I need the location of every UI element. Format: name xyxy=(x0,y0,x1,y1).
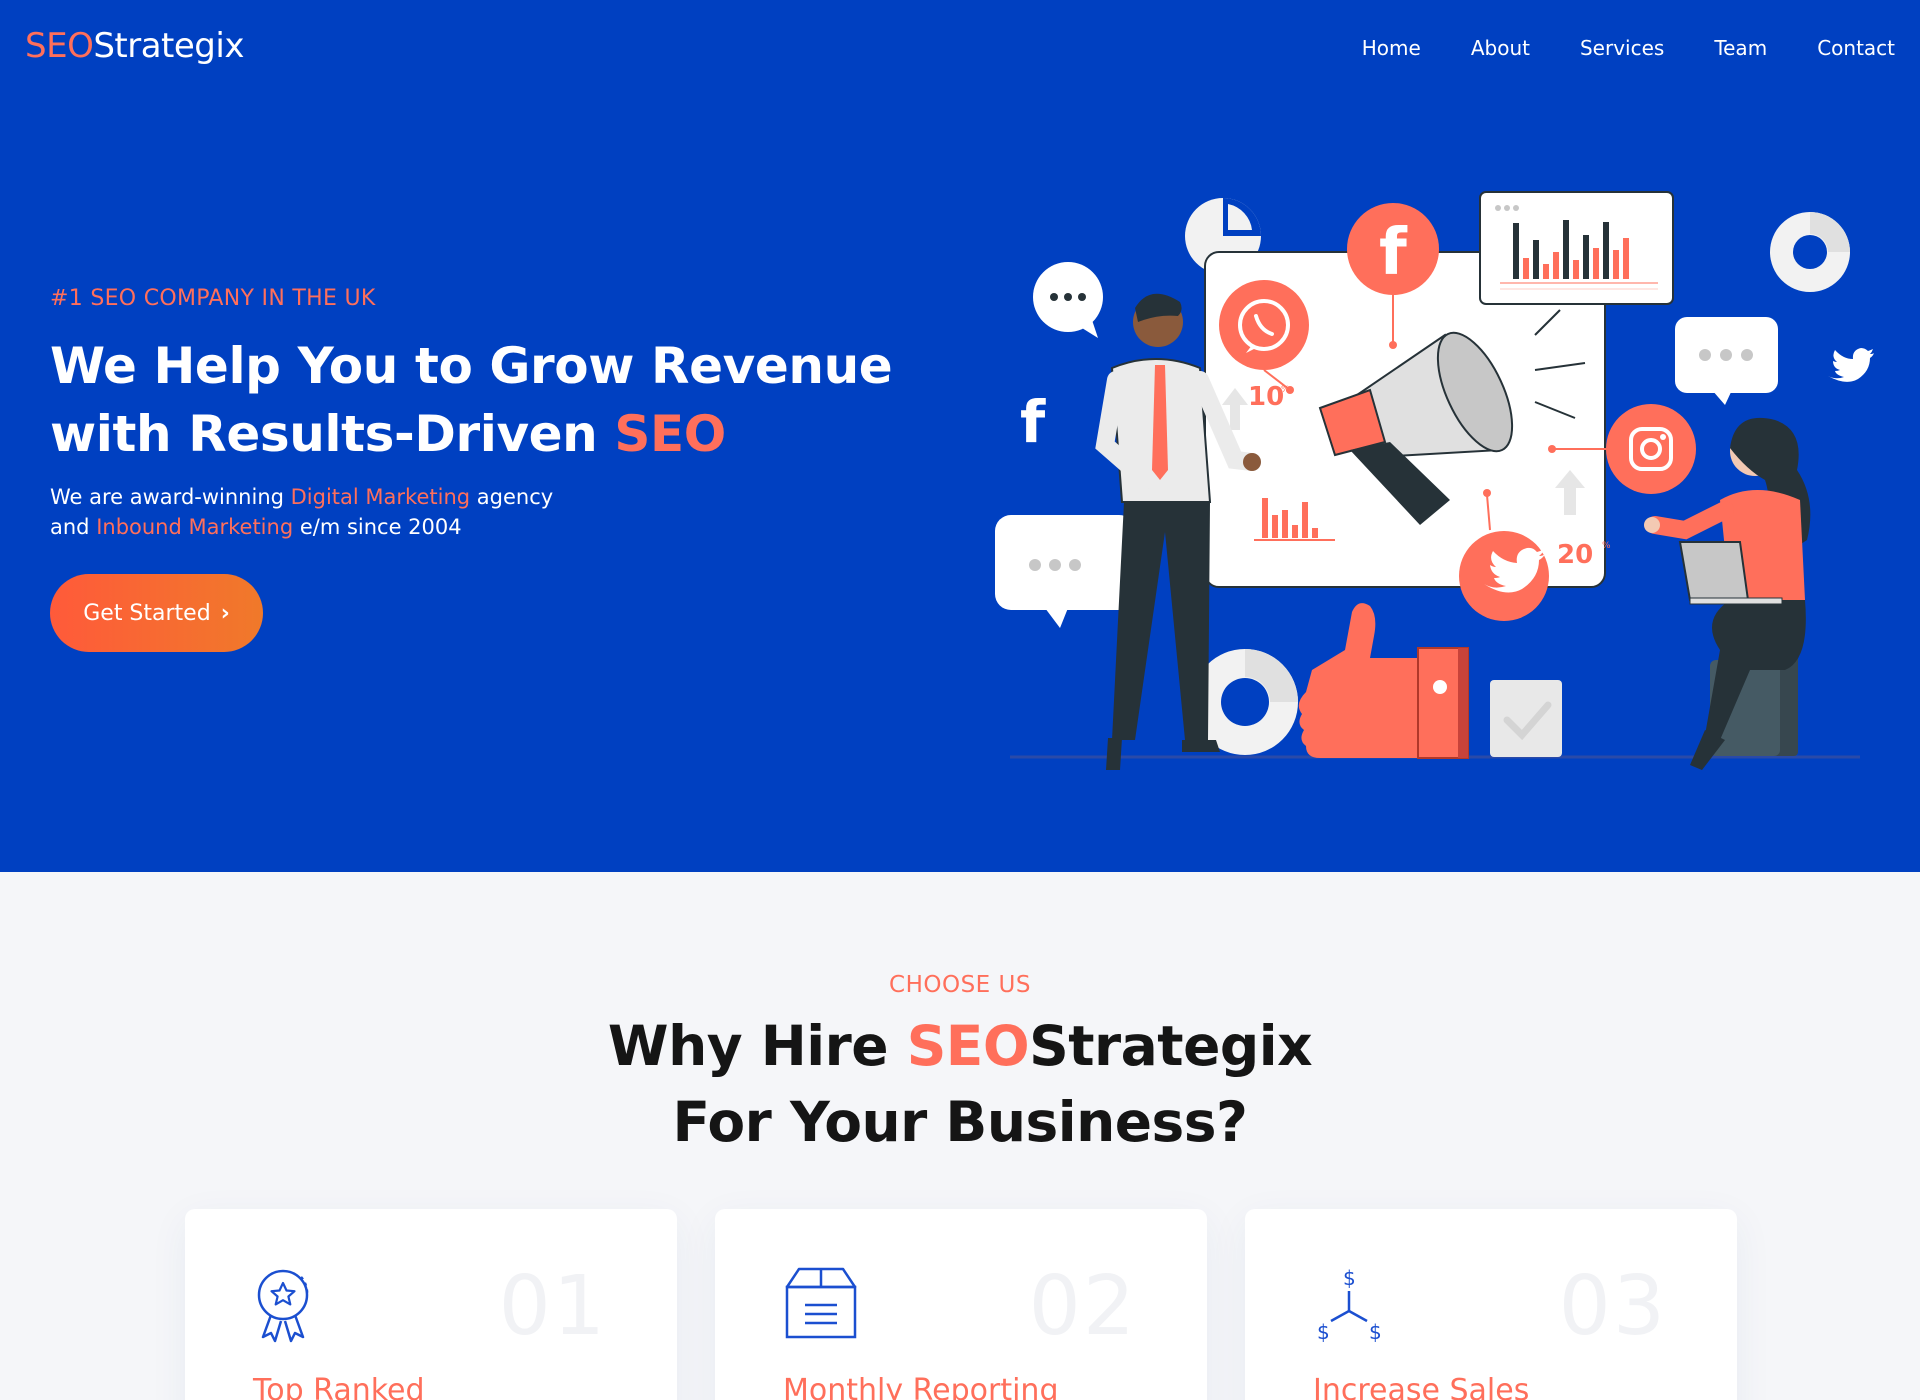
chevron-right-icon: › xyxy=(220,600,230,626)
feature-card: $ $ $ 03 Increase Sales xyxy=(1245,1209,1737,1400)
twitter-icon xyxy=(1828,348,1874,382)
title-start: Why Hire xyxy=(607,1014,907,1078)
svg-text:$: $ xyxy=(1317,1320,1330,1343)
section-tag: CHOOSE US xyxy=(889,972,1031,998)
sub-text: agency xyxy=(470,485,554,509)
svg-text:$: $ xyxy=(1343,1266,1356,1290)
get-started-button[interactable]: Get Started › xyxy=(50,574,263,652)
main-nav: Home About Services Team Contact xyxy=(1362,36,1895,60)
card-title: Increase Sales xyxy=(1313,1373,1530,1400)
facebook-icon: f xyxy=(1020,388,1046,456)
twitter-icon xyxy=(1459,531,1549,621)
hero-eyebrow: #1 SEO COMPANY IN THE UK xyxy=(50,286,376,311)
checkbox-icon xyxy=(1490,680,1562,757)
nav-services[interactable]: Services xyxy=(1580,36,1664,60)
feature-cards: 01 Top Ranked 02 Monthly Reporting $ $ $… xyxy=(185,1209,1737,1400)
sub-text: e/m since 2004 xyxy=(293,515,462,539)
site-logo[interactable]: SEOStrategix xyxy=(25,26,244,66)
sub-accent-digital: Digital Marketing xyxy=(290,485,471,509)
card-title: Top Ranked xyxy=(253,1373,425,1400)
sub-text: and xyxy=(50,515,97,539)
stat-percent: % xyxy=(1602,541,1611,551)
headline-line1: We Help You to Grow Revenue xyxy=(50,337,893,395)
title-line2: For Your Business? xyxy=(672,1090,1248,1154)
title-accent: SEO xyxy=(906,1014,1030,1078)
sales-growth-icon: $ $ $ xyxy=(1317,1266,1382,1343)
whatsapp-icon xyxy=(1219,280,1309,370)
chat-bubble-icon xyxy=(1675,317,1778,405)
card-number: 02 xyxy=(1028,1259,1137,1354)
sub-accent-inbound: Inbound Marketing xyxy=(96,515,294,539)
svg-text:$: $ xyxy=(1369,1320,1382,1343)
nav-about[interactable]: About xyxy=(1471,36,1530,60)
sub-text: We are award-winning xyxy=(50,485,291,509)
title-brand-rest: Strategix xyxy=(1029,1014,1313,1078)
headline-line2: with Results-Driven xyxy=(50,405,615,463)
hero-illustration: f 10 % f 20 % xyxy=(995,191,1874,770)
stat-10: 10 xyxy=(1248,382,1284,412)
stat-20: 20 xyxy=(1557,540,1593,570)
card-number: 01 xyxy=(498,1259,607,1354)
nav-contact[interactable]: Contact xyxy=(1817,36,1895,60)
thumbs-up-icon xyxy=(1298,603,1469,759)
facebook-icon: f xyxy=(1347,203,1439,295)
svg-text:f: f xyxy=(1379,216,1408,290)
report-box-icon xyxy=(785,1267,857,1339)
chat-bubble-icon xyxy=(1033,262,1103,338)
hero-subtitle: We are award-winning Digital Marketing a… xyxy=(50,482,650,542)
hero-headline: We Help You to Grow Revenue with Results… xyxy=(50,332,950,468)
logo-accent: SEO xyxy=(25,26,94,66)
stat-percent: % xyxy=(1281,385,1290,395)
nav-home[interactable]: Home xyxy=(1362,36,1421,60)
chat-bubble-icon xyxy=(995,515,1135,628)
get-started-label: Get Started xyxy=(83,600,211,626)
award-badge-icon xyxy=(257,1269,309,1343)
feature-card: 02 Monthly Reporting xyxy=(715,1209,1207,1400)
headline-accent: SEO xyxy=(614,405,726,463)
feature-card: 01 Top Ranked xyxy=(185,1209,677,1400)
nav-team[interactable]: Team xyxy=(1714,36,1767,60)
logo-rest: Strategix xyxy=(93,26,244,66)
bar-chart-panel xyxy=(1479,191,1674,305)
donut-chart-icon xyxy=(1770,212,1850,292)
card-number: 03 xyxy=(1558,1259,1667,1354)
section-title: Why Hire SEOStrategix For Your Business? xyxy=(0,1008,1920,1160)
instagram-icon xyxy=(1606,404,1696,494)
card-title: Monthly Reporting xyxy=(783,1373,1059,1400)
hero-section: SEOStrategix Home About Services Team Co… xyxy=(0,0,1920,872)
